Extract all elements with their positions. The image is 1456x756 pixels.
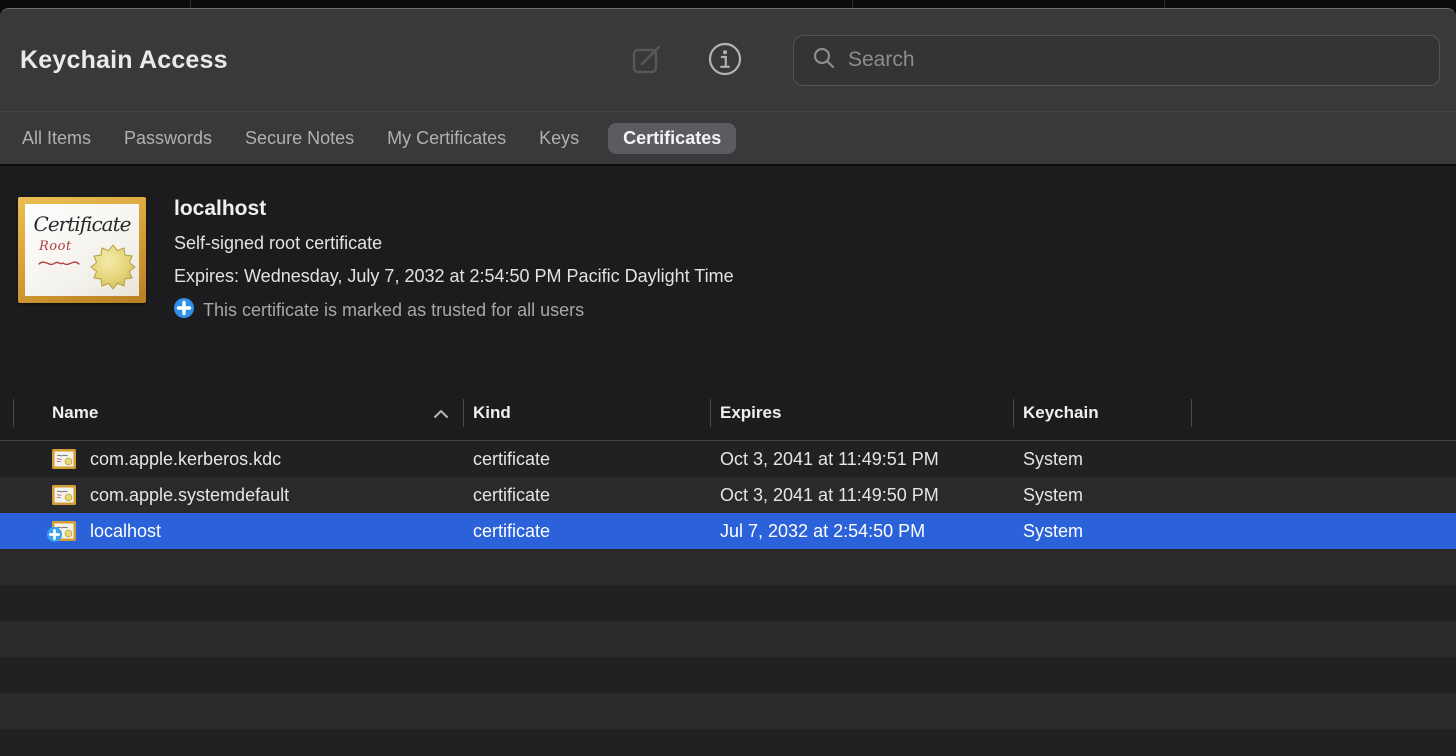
row-keychain: System (1013, 485, 1191, 506)
sort-ascending-icon (433, 406, 449, 424)
tab-passwords[interactable]: Passwords (124, 123, 212, 154)
info-button[interactable] (707, 41, 743, 80)
column-separator[interactable] (1013, 399, 1014, 427)
category-tabbar: All Items Passwords Secure Notes My Cert… (0, 111, 1456, 164)
column-header-keychain[interactable]: Keychain (1013, 403, 1191, 423)
trusted-plus-badge-icon (47, 526, 62, 547)
flourish-icon (37, 256, 81, 274)
certificate-detail-panel: Certificate Root (0, 166, 1456, 386)
keychain-access-window: Keychain Access (0, 8, 1456, 756)
empty-row-stripe (0, 549, 1456, 585)
background-divider (852, 0, 853, 8)
search-input[interactable] (848, 48, 1425, 72)
certificate-paper: Certificate Root (25, 204, 139, 296)
row-kind: certificate (463, 485, 710, 506)
search-field[interactable] (793, 35, 1440, 86)
certificate-small-icon (52, 449, 76, 469)
trust-status-text: This certificate is marked as trusted fo… (203, 300, 584, 321)
edit-button[interactable] (629, 41, 665, 80)
content-area: Certificate Root (0, 166, 1456, 756)
column-header-expires[interactable]: Expires (710, 403, 1013, 423)
tab-secure-notes[interactable]: Secure Notes (245, 123, 354, 154)
row-expires: Oct 3, 2041 at 11:49:50 PM (710, 485, 1013, 506)
certificate-list: com.apple.kerberos.kdc certificate Oct 3… (0, 441, 1456, 756)
row-expires: Oct 3, 2041 at 11:49:51 PM (710, 449, 1013, 470)
name-cell: com.apple.systemdefault (0, 485, 463, 506)
table-row-systemdefault[interactable]: com.apple.systemdefault certificate Oct … (0, 477, 1456, 513)
empty-row-stripe (0, 621, 1456, 657)
info-icon (707, 41, 743, 80)
compose-edit-icon (629, 41, 665, 80)
detail-certificate-type: Self-signed root certificate (174, 233, 734, 254)
row-kind: certificate (463, 521, 710, 542)
trusted-plus-badge-icon (174, 298, 194, 323)
empty-row-stripe (0, 657, 1456, 693)
row-name: com.apple.kerberos.kdc (90, 449, 281, 470)
row-expires: Jul 7, 2032 at 2:54:50 PM (710, 521, 1013, 542)
toolbar: Keychain Access (0, 9, 1456, 111)
empty-row-stripe (0, 693, 1456, 729)
column-separator[interactable] (13, 399, 14, 427)
table-row-localhost-selected[interactable]: localhost certificate Jul 7, 2032 at 2:5… (0, 513, 1456, 549)
detail-expiration: Expires: Wednesday, July 7, 2032 at 2:54… (174, 266, 734, 287)
column-separator[interactable] (463, 399, 464, 427)
background-divider (190, 0, 191, 8)
tab-all-items[interactable]: All Items (22, 123, 91, 154)
name-cell: com.apple.kerberos.kdc (0, 449, 463, 470)
empty-row-stripe (0, 729, 1456, 756)
desktop-strip (0, 0, 1456, 8)
detail-certificate-name: localhost (174, 197, 734, 221)
name-cell: localhost (0, 521, 463, 542)
column-separator[interactable] (1191, 399, 1192, 427)
empty-row-stripe (0, 585, 1456, 621)
table-header: Name Kind Expires Keychain (0, 386, 1456, 441)
certificate-small-icon-with-badge (52, 521, 76, 541)
row-keychain: System (1013, 449, 1191, 470)
magnifier-icon (812, 46, 836, 75)
certificate-large-icon: Certificate Root (18, 197, 146, 303)
gold-seal-icon (89, 243, 137, 296)
column-header-kind[interactable]: Kind (463, 403, 710, 423)
certificate-art-title: Certificate (25, 204, 139, 236)
background-divider (1164, 0, 1165, 8)
row-name: com.apple.systemdefault (90, 485, 289, 506)
screen: Keychain Access (0, 0, 1456, 756)
column-header-name[interactable]: Name (0, 403, 463, 423)
detail-text-block: localhost Self-signed root certificate E… (174, 197, 734, 386)
row-keychain: System (1013, 521, 1191, 542)
row-kind: certificate (463, 449, 710, 470)
tab-my-certificates[interactable]: My Certificates (387, 123, 506, 154)
window-title: Keychain Access (20, 46, 228, 75)
row-name: localhost (90, 521, 161, 542)
certificate-small-icon (52, 485, 76, 505)
trust-status-line: This certificate is marked as trusted fo… (174, 298, 734, 323)
table-row-kerberos[interactable]: com.apple.kerberos.kdc certificate Oct 3… (0, 441, 1456, 477)
tab-keys[interactable]: Keys (539, 123, 579, 154)
tab-certificates[interactable]: Certificates (608, 123, 736, 154)
column-separator[interactable] (710, 399, 711, 427)
